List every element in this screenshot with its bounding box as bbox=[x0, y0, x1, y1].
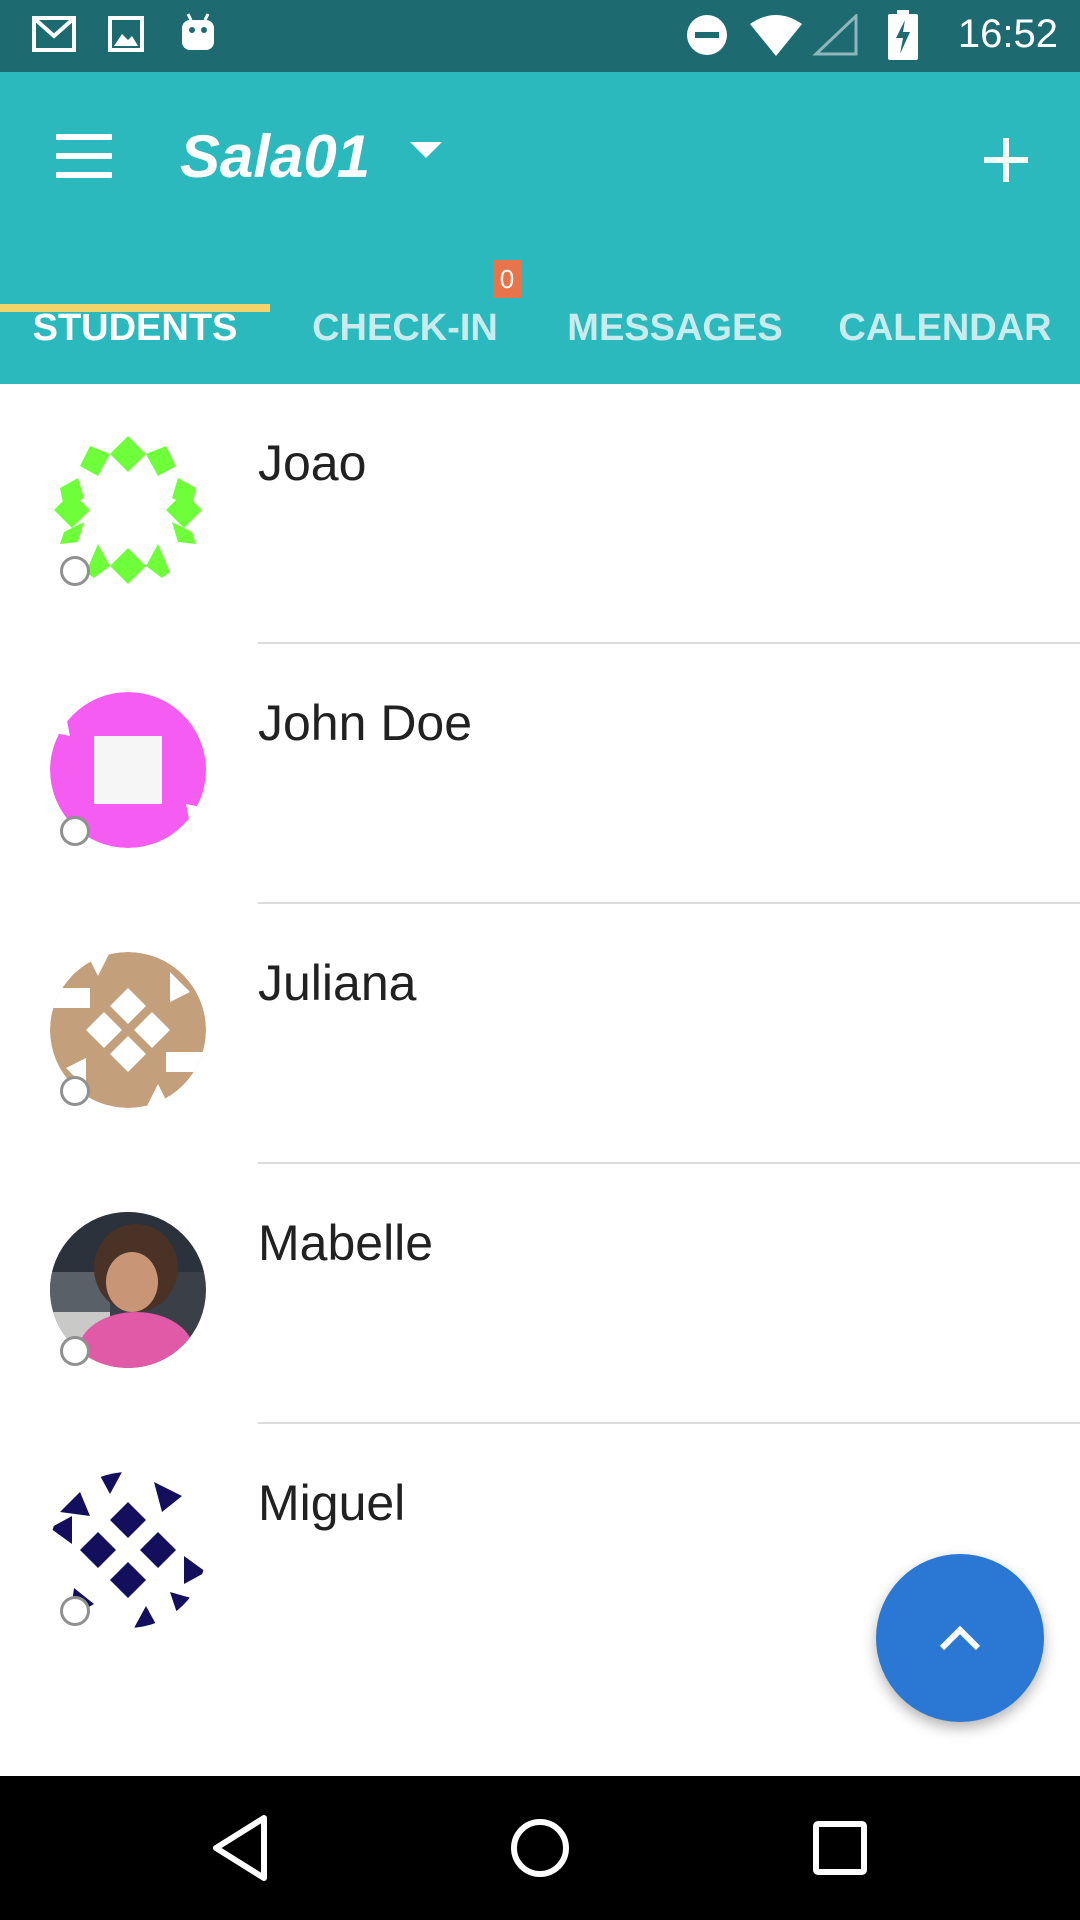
status-time: 16:52 bbox=[957, 12, 1058, 56]
home-icon[interactable] bbox=[500, 1808, 580, 1888]
menu-icon[interactable] bbox=[56, 134, 112, 178]
student-row[interactable]: Juliana bbox=[0, 904, 1080, 1164]
classroom-title[interactable]: Sala01 bbox=[180, 122, 370, 191]
navigation-bar bbox=[0, 1776, 1080, 1920]
gmail-icon bbox=[32, 16, 76, 52]
presence-indicator bbox=[60, 816, 90, 846]
recents-icon[interactable] bbox=[800, 1808, 880, 1888]
student-row[interactable]: John Doe bbox=[0, 644, 1080, 904]
battery-charging-icon bbox=[888, 10, 918, 60]
student-name: John Doe bbox=[258, 695, 473, 751]
student-name: Juliana bbox=[258, 955, 417, 1011]
wifi-icon bbox=[750, 15, 802, 56]
chevron-up-icon bbox=[939, 1625, 981, 1651]
tab-students[interactable]: STUDENTS bbox=[0, 272, 270, 384]
student-row[interactable]: Mabelle bbox=[0, 1164, 1080, 1424]
status-bar: 16:52 bbox=[0, 0, 1080, 72]
presence-indicator bbox=[60, 556, 90, 586]
scroll-up-button[interactable] bbox=[876, 1554, 1044, 1722]
do-not-disturb-icon bbox=[687, 15, 727, 55]
android-icon bbox=[182, 13, 214, 50]
back-icon[interactable] bbox=[200, 1808, 280, 1888]
tab-calendar[interactable]: CALENDAR bbox=[810, 272, 1080, 384]
presence-indicator bbox=[60, 1336, 90, 1366]
signal-icon bbox=[812, 14, 858, 56]
presence-indicator bbox=[60, 1596, 90, 1626]
tab-bar: STUDENTS CHECK-IN MESSAGES CALENDAR bbox=[0, 272, 1080, 384]
plus-icon[interactable] bbox=[984, 138, 1028, 182]
presence-indicator bbox=[60, 1076, 90, 1106]
tab-messages[interactable]: MESSAGES bbox=[540, 272, 810, 384]
check-in-badge: 0 bbox=[493, 260, 521, 298]
student-name: Miguel bbox=[258, 1475, 406, 1531]
dropdown-arrow-icon[interactable] bbox=[410, 142, 442, 158]
app-bar: Sala01 STUDENTS CHECK-IN MESSAGES CALEND… bbox=[0, 72, 1080, 384]
gallery-icon bbox=[108, 16, 144, 52]
student-row[interactable]: Joao bbox=[0, 384, 1080, 644]
student-name: Mabelle bbox=[258, 1215, 434, 1271]
student-name: Joao bbox=[258, 435, 367, 491]
tab-indicator bbox=[0, 304, 270, 312]
